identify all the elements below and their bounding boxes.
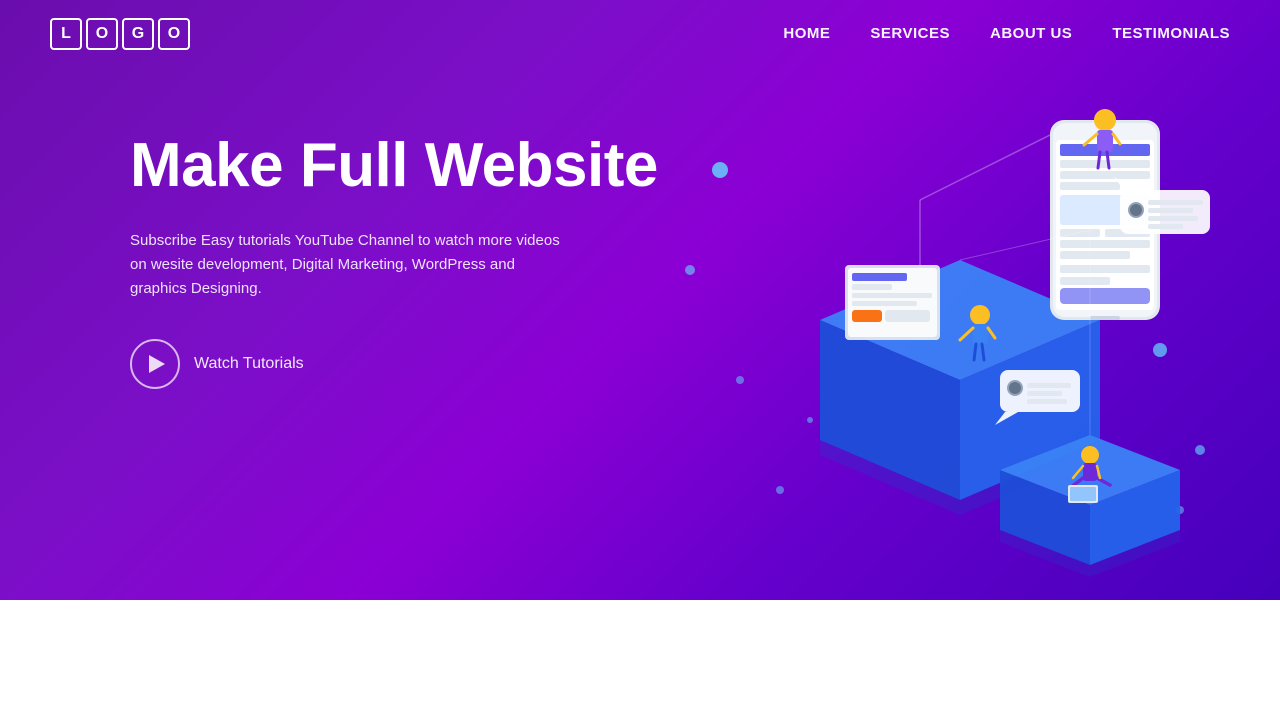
logo-letter-l: L <box>50 18 82 50</box>
logo: L O G O <box>50 18 190 50</box>
logo-letter-g: G <box>122 18 154 50</box>
hero-title: Make Full Website <box>130 130 658 201</box>
page-wrapper: L O G O HOME SERVICES ABOUT US TESTIMONI… <box>0 0 1280 720</box>
nav-item-home[interactable]: HOME <box>783 25 830 43</box>
logo-letter-o2: O <box>158 18 190 50</box>
nav-item-services[interactable]: SERVICES <box>870 25 950 43</box>
hero-content: Make Full Website Subscribe Easy tutoria… <box>130 130 658 389</box>
illustration-svg <box>660 70 1220 590</box>
hero-subtitle: Subscribe Easy tutorials YouTube Channel… <box>130 229 570 301</box>
nav-link-testimonials[interactable]: TESTIMONIALS <box>1112 25 1230 42</box>
hero-illustration <box>660 70 1220 590</box>
navbar: L O G O HOME SERVICES ABOUT US TESTIMONI… <box>0 0 1280 68</box>
nav-links: HOME SERVICES ABOUT US TESTIMONIALS <box>783 25 1230 43</box>
nav-item-about[interactable]: ABOUT US <box>990 25 1072 43</box>
nav-item-testimonials[interactable]: TESTIMONIALS <box>1112 25 1230 43</box>
nav-link-about[interactable]: ABOUT US <box>990 25 1072 42</box>
watch-tutorials-button[interactable]: Watch Tutorials <box>130 339 304 389</box>
play-circle-icon <box>130 339 180 389</box>
play-triangle-icon <box>149 355 165 373</box>
watch-label: Watch Tutorials <box>194 355 304 373</box>
logo-letter-o1: O <box>86 18 118 50</box>
nav-link-home[interactable]: HOME <box>783 25 830 42</box>
nav-link-services[interactable]: SERVICES <box>870 25 950 42</box>
